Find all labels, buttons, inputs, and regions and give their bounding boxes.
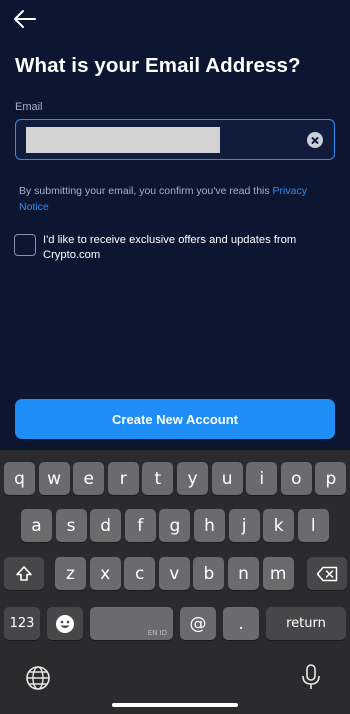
key-y[interactable]: y xyxy=(177,462,208,495)
key-r[interactable]: r xyxy=(107,462,139,495)
notice-text: By submitting your email, you confirm yo… xyxy=(19,185,273,197)
back-arrow-icon[interactable] xyxy=(12,8,38,30)
key-l[interactable]: l xyxy=(297,509,329,542)
email-label: Email xyxy=(15,101,43,113)
home-indicator xyxy=(112,703,238,707)
microphone-icon[interactable] xyxy=(300,663,322,691)
key-w[interactable]: w xyxy=(38,462,70,495)
page-title: What is your Email Address? xyxy=(15,54,301,77)
key-x[interactable]: x xyxy=(89,557,121,590)
key-p[interactable]: p xyxy=(315,462,347,495)
numbers-key[interactable]: 123 xyxy=(4,607,40,640)
key-o[interactable]: o xyxy=(280,462,312,495)
email-value-redacted xyxy=(26,127,220,153)
dot-key[interactable]: . xyxy=(223,607,259,640)
globe-icon[interactable] xyxy=(25,665,51,691)
offers-label: I'd like to receive exclusive offers and… xyxy=(43,234,297,261)
emoji-icon xyxy=(56,614,74,633)
key-g[interactable]: g xyxy=(159,509,191,542)
key-t[interactable]: t xyxy=(142,462,174,495)
key-d[interactable]: d xyxy=(90,509,122,542)
key-b[interactable]: b xyxy=(193,557,225,590)
shift-icon xyxy=(16,565,32,581)
key-q[interactable]: q xyxy=(4,462,35,495)
return-key[interactable]: return xyxy=(266,607,346,640)
at-key[interactable]: @ xyxy=(180,607,216,640)
key-e[interactable]: e xyxy=(73,462,105,495)
offers-checkbox[interactable] xyxy=(14,234,36,256)
key-u[interactable]: u xyxy=(211,462,243,495)
key-j[interactable]: j xyxy=(228,509,260,542)
key-a[interactable]: a xyxy=(21,509,52,542)
key-c[interactable]: c xyxy=(124,557,156,590)
key-k[interactable]: k xyxy=(263,509,295,542)
key-s[interactable]: s xyxy=(55,509,87,542)
space-key[interactable]: EN ID xyxy=(90,607,173,640)
key-m[interactable]: m xyxy=(262,557,294,590)
privacy-notice-text: By submitting your email, you confirm yo… xyxy=(19,183,334,215)
create-account-button[interactable]: Create New Account xyxy=(15,399,335,439)
backspace-icon xyxy=(316,566,338,581)
keyboard-language-label: EN ID xyxy=(147,629,167,637)
key-f[interactable]: f xyxy=(124,509,156,542)
shift-key[interactable] xyxy=(4,557,44,590)
key-v[interactable]: v xyxy=(158,557,190,590)
key-i[interactable]: i xyxy=(246,462,278,495)
clear-icon[interactable] xyxy=(307,132,323,148)
key-h[interactable]: h xyxy=(194,509,225,542)
email-field[interactable] xyxy=(15,119,335,160)
key-z[interactable]: z xyxy=(55,557,86,590)
key-n[interactable]: n xyxy=(228,557,259,590)
emoji-key[interactable] xyxy=(47,607,83,640)
delete-key[interactable] xyxy=(307,557,347,590)
